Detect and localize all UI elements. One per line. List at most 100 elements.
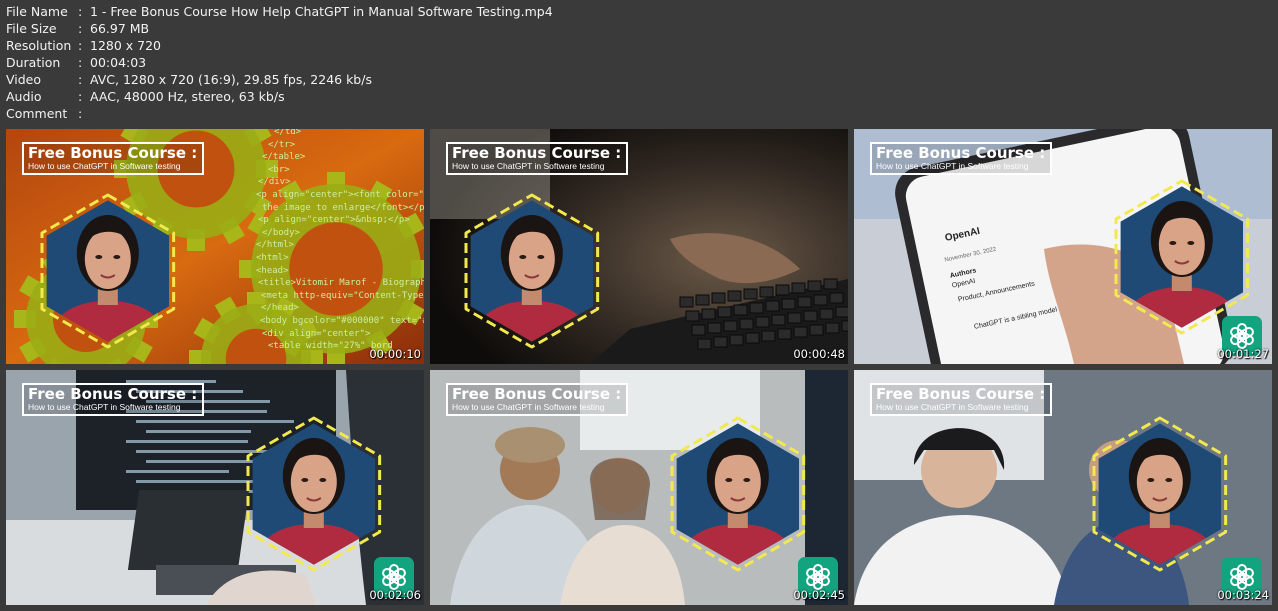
keyboard-key: [723, 320, 738, 332]
info-key: File Name: [6, 4, 68, 19]
keyboard-key: [749, 302, 764, 314]
thumbnail-grid: </td> </tr> </table> <br> </div> <p align="ce…: [6, 129, 1272, 605]
keyboard-key: [791, 282, 806, 294]
keyboard-key: [765, 300, 780, 312]
info-key: Duration: [6, 55, 61, 70]
presenter-eye: [1165, 478, 1173, 482]
info-colon: :: [78, 106, 83, 121]
presenter-face: [290, 452, 337, 512]
presenter-eye: [743, 478, 751, 482]
video-thumbnail[interactable]: Free Bonus Course : How to use ChatGPT in…: [6, 370, 424, 605]
video-thumbnail[interactable]: OpenAI November 30, 2022 Authors OpenAI Prod…: [854, 129, 1272, 364]
info-row-comment: Comment:: [6, 105, 553, 122]
presenter-eye: [537, 255, 545, 259]
thumbnail-timestamp: 00:01:27: [1217, 347, 1269, 361]
keyboard-key: [829, 292, 844, 304]
keyboard-key: [701, 308, 716, 320]
keyboard-key: [781, 298, 796, 310]
keyboard-key: [691, 324, 706, 336]
code-line: <meta http-equiv="Content-Type" con: [261, 290, 424, 301]
presenter-hexagon: [464, 193, 600, 349]
course-title: Free Bonus Course :: [452, 144, 622, 162]
course-subtitle: How to use ChatGPT in Software testing: [876, 161, 1029, 171]
keyboard-key: [825, 322, 840, 334]
keyboard-key: [809, 324, 824, 336]
info-key: Comment: [6, 106, 68, 121]
code-line: <p align="center"><font color="#FFFF: [256, 190, 424, 200]
presenter-eye: [319, 478, 327, 482]
thumbnail-timestamp: 00:02:45: [793, 588, 845, 602]
code-line: </td>: [274, 129, 302, 137]
info-key: Video: [6, 72, 42, 87]
file-info-panel: File Name:1 - Free Bonus Course How Help…: [6, 3, 553, 122]
keyboard-key: [835, 306, 848, 318]
keyboard-key: [739, 318, 754, 330]
video-thumbnail[interactable]: Free Bonus Course : How to use ChatGPT in…: [430, 370, 848, 605]
video-thumbnail[interactable]: Free Bonus Course : How to use ChatGPT in…: [854, 370, 1272, 605]
thumbnail-timestamp: 00:00:48: [793, 347, 845, 361]
code-line: [136, 480, 256, 483]
keyboard-key: [729, 334, 744, 346]
code-line: <head>: [256, 265, 289, 276]
code-line: </tr>: [268, 139, 296, 150]
course-subtitle: How to use ChatGPT in Software testing: [28, 161, 181, 171]
course-title-box: Free Bonus Course : How to use ChatGPT in…: [870, 142, 1053, 175]
video-thumbnail[interactable]: Free Bonus Course : How to use ChatGPT in…: [430, 129, 848, 364]
beanie: [495, 427, 565, 463]
keyboard-key: [679, 296, 694, 308]
code-line: <html>: [256, 253, 289, 263]
info-value: 1280 x 720: [90, 38, 162, 53]
course-title: Free Bonus Course :: [876, 385, 1046, 403]
keyboard-key: [727, 290, 742, 302]
course-title-box: Free Bonus Course : How to use ChatGPT in…: [446, 383, 629, 416]
info-colon: :: [78, 55, 83, 70]
presenter-face: [1158, 215, 1205, 275]
keyboard-key: [807, 280, 822, 292]
thumbnail-timestamp: 00:00:10: [369, 347, 421, 361]
info-row-video: Video: AVC, 1280 x 720 (16:9), 29.85 fps,…: [6, 71, 553, 88]
code-line: [126, 470, 229, 473]
keyboard-key: [819, 308, 834, 320]
info-row-duration: Duration:00:04:03: [6, 54, 553, 71]
keyboard-key: [745, 332, 760, 344]
keyboard-key: [695, 294, 710, 306]
laptop-screen: [127, 490, 250, 570]
presenter-hexagon: [1092, 416, 1228, 572]
info-value: 66.97 MB: [90, 21, 150, 36]
presenter-eye: [1147, 478, 1155, 482]
presenter-face: [84, 229, 131, 289]
keyboard-key: [841, 320, 848, 332]
video-thumbnail[interactable]: </td> </tr> </table> <br> </div> <p align="ce…: [6, 129, 424, 364]
keyboard-key: [717, 306, 732, 318]
keyboard-key: [771, 314, 786, 326]
keyboard-key: [793, 326, 808, 338]
info-colon: :: [78, 21, 83, 36]
info-value: AAC, 48000 Hz, stereo, 63 kb/s: [90, 89, 285, 104]
course-subtitle: How to use ChatGPT in Software testing: [876, 402, 1029, 412]
presenter-eye: [1187, 241, 1195, 245]
keyboard-key: [777, 328, 792, 340]
info-value: 00:04:03: [90, 55, 147, 70]
presenter-eye: [725, 478, 733, 482]
presenter-eye: [301, 478, 309, 482]
info-colon: :: [78, 38, 83, 53]
info-key: Resolution: [6, 38, 72, 53]
presenter-eye: [95, 255, 103, 259]
code-line: </head>: [261, 303, 299, 314]
thumbnail-timestamp: 00:02:06: [369, 588, 421, 602]
code-line: </html>: [256, 240, 294, 251]
info-colon: :: [78, 4, 83, 19]
presenter-hexagon: [1114, 179, 1250, 335]
keyboard-key: [823, 278, 838, 290]
keyboard-key: [685, 310, 700, 322]
course-title-box: Free Bonus Course : How to use ChatGPT in…: [446, 142, 629, 175]
presenter-eye: [113, 255, 121, 259]
info-row-file-name: File Name:1 - Free Bonus Course How Help…: [6, 3, 553, 20]
code-line: </table>: [262, 152, 306, 163]
course-subtitle: How to use ChatGPT in Software testing: [452, 161, 605, 171]
thumbnail-timestamp: 00:03:24: [1217, 588, 1269, 602]
presenter-eye: [1169, 241, 1177, 245]
course-subtitle: How to use ChatGPT in Software testing: [28, 402, 181, 412]
hair: [590, 458, 650, 520]
presenter-hexagon: [670, 416, 806, 572]
